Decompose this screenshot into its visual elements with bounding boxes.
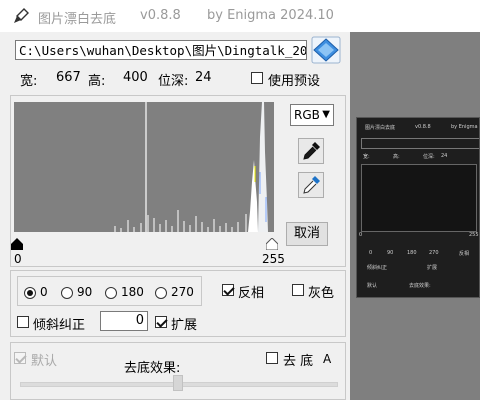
gray-label: 灰色: [308, 286, 335, 301]
preview-max-level: 255: [469, 232, 479, 238]
expand-checkbox[interactable]: [155, 316, 167, 328]
depth-label: 位深:: [158, 74, 189, 89]
preview-effect: 去底效果:: [409, 283, 431, 289]
preview-expand: 扩展: [427, 265, 438, 271]
app-version: v0.8.8: [140, 8, 181, 23]
rotate-0-label: 0: [40, 285, 48, 299]
invert-label: 反相: [238, 286, 265, 301]
channel-value: RGB: [294, 108, 320, 122]
preview-height-label: 高:: [393, 154, 400, 160]
eyedropper-white-icon: [303, 176, 320, 194]
deskew-checkbox[interactable]: [17, 316, 29, 328]
remove-bg-suffix: A: [323, 352, 332, 366]
preview-app-title: 图片漂白去底: [365, 125, 396, 131]
effect-slider-thumb[interactable]: [173, 375, 183, 391]
deskew-label: 倾斜纠正: [33, 318, 86, 333]
cancel-button[interactable]: 取消: [286, 222, 328, 246]
expand-label: 扩展: [171, 318, 198, 333]
default-label: 默认: [31, 354, 58, 369]
preview-rotate-90: 90: [387, 250, 394, 256]
preview-min-level: 0: [359, 232, 363, 238]
rotate-90-radio[interactable]: [61, 287, 73, 299]
rotate-90-label: 90: [77, 285, 93, 299]
default-checkbox[interactable]: [14, 352, 26, 364]
app-author: by Enigma 2024.10: [207, 8, 334, 23]
eyedropper-black-icon: [303, 142, 320, 160]
histogram: [14, 102, 274, 232]
preview-invert: 反相: [459, 251, 470, 257]
height-value: 400: [123, 70, 148, 85]
preview-image: 图片漂白去底 v0.8.8 by Enigma 2024.10 宽: 高: 位深…: [356, 117, 480, 298]
channel-select[interactable]: RGB ▼: [290, 104, 334, 126]
min-level-value: 0: [14, 252, 22, 266]
width-label: 宽:: [20, 74, 38, 89]
use-preset-label: 使用预设: [268, 74, 321, 89]
white-point-handle[interactable]: [266, 238, 278, 250]
preview-depth-value: 24: [441, 153, 448, 159]
histogram-chart: [114, 102, 268, 232]
preview-histogram: [361, 164, 477, 232]
file-path-input[interactable]: C:\Users\wuhan\Desktop\图片\Dingtalk_2025: [15, 40, 307, 60]
rotate-270-radio[interactable]: [155, 287, 167, 299]
open-file-icon[interactable]: [311, 36, 341, 64]
rotate-180-radio[interactable]: [105, 287, 117, 299]
rotate-270-label: 270: [171, 285, 194, 299]
depth-value: 24: [195, 70, 212, 85]
brush-icon: [14, 8, 29, 23]
black-eyedropper-button[interactable]: [298, 138, 324, 164]
preview-deskew: 倾斜纠正: [367, 265, 388, 271]
preview-path-box: [361, 138, 479, 149]
preview-rotate-0: 0: [369, 250, 373, 256]
app-title: 图片漂白去底: [38, 12, 117, 27]
chevron-down-icon: ▼: [322, 109, 330, 120]
remove-bg-label: 去 底: [283, 354, 314, 369]
preview-width-label: 宽:: [363, 154, 370, 160]
preview-author: by Enigma 2024.10: [451, 124, 479, 130]
height-label: 高:: [88, 74, 106, 89]
use-preset-checkbox[interactable]: [251, 72, 263, 84]
preview-rotate-180: 180: [407, 250, 417, 256]
gray-checkbox[interactable]: [292, 284, 304, 296]
max-level-value: 255: [262, 252, 285, 266]
title-bar: 图片漂白去底 v0.8.8 by Enigma 2024.10: [0, 0, 480, 32]
black-point-handle[interactable]: [11, 238, 23, 250]
invert-checkbox[interactable]: [222, 284, 234, 296]
remove-bg-checkbox[interactable]: [266, 352, 278, 364]
rotate-180-label: 180: [121, 285, 144, 299]
white-eyedropper-button[interactable]: [298, 172, 324, 198]
deskew-angle-input[interactable]: 0: [100, 311, 148, 331]
preview-version: v0.8.8: [415, 124, 431, 130]
width-value: 667: [56, 70, 81, 85]
preview-depth-label: 位深:: [423, 154, 435, 160]
rotate-0-radio[interactable]: [24, 287, 36, 299]
preview-default: 默认: [367, 283, 378, 289]
preview-rotate-270: 270: [429, 250, 439, 256]
effect-label: 去底效果:: [124, 361, 181, 376]
